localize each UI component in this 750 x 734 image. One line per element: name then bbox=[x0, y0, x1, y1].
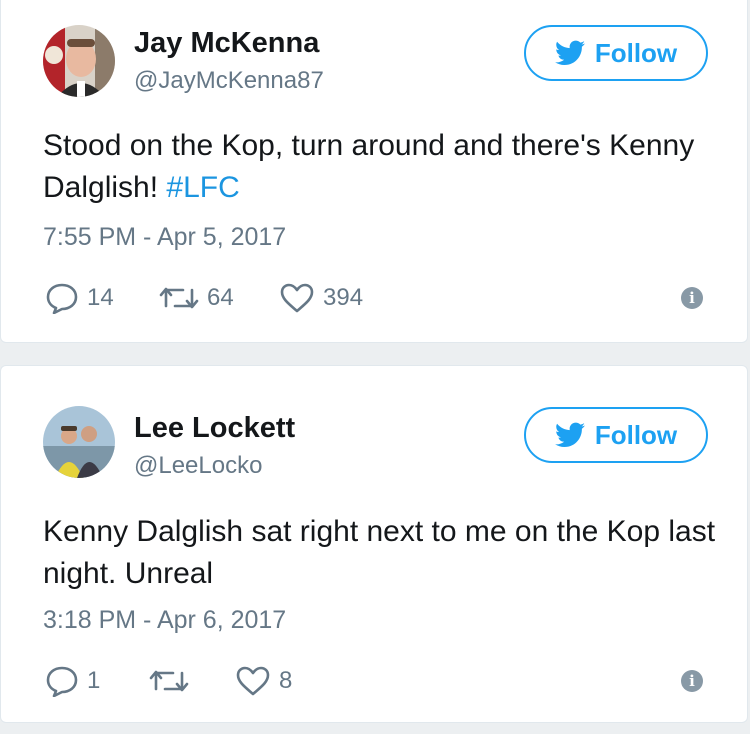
user-handle[interactable]: @JayMcKenna87 bbox=[134, 67, 324, 95]
twitter-bird-icon bbox=[554, 422, 585, 447]
retweet-button[interactable] bbox=[149, 667, 235, 695]
tweet-text: Stood on the Kop, turn around and there'… bbox=[43, 125, 723, 209]
display-name[interactable]: Lee Lockett bbox=[134, 412, 295, 445]
tweet-body: Stood on the Kop, turn around and there'… bbox=[43, 129, 695, 204]
twitter-bird-icon bbox=[554, 40, 585, 65]
info-icon[interactable]: i bbox=[681, 287, 703, 309]
retweet-button[interactable]: 64 bbox=[159, 284, 279, 312]
tweet-text: Kenny Dalglish sat right next to me on t… bbox=[43, 511, 723, 595]
follow-button[interactable]: Follow bbox=[524, 25, 708, 81]
reply-button[interactable]: 1 bbox=[45, 665, 149, 697]
reply-count: 1 bbox=[87, 667, 101, 694]
info-icon[interactable]: i bbox=[681, 670, 703, 692]
retweet-icon bbox=[159, 287, 199, 309]
tweet-timestamp[interactable]: 7:55 PM - Apr 5, 2017 bbox=[43, 223, 286, 252]
retweet-icon bbox=[149, 670, 189, 692]
tweet-body: Kenny Dalglish sat right next to me on t… bbox=[43, 515, 716, 590]
reply-count: 14 bbox=[87, 284, 114, 311]
avatar[interactable] bbox=[43, 406, 115, 478]
reply-button[interactable]: 14 bbox=[45, 282, 159, 314]
avatar[interactable] bbox=[43, 25, 115, 97]
tweet-card: Jay McKenna @JayMcKenna87 Follow Stood o… bbox=[0, 0, 748, 343]
follow-label: Follow bbox=[594, 419, 678, 450]
like-count: 8 bbox=[279, 667, 293, 694]
like-button[interactable]: 8 bbox=[235, 665, 292, 697]
heart-icon bbox=[280, 283, 314, 313]
reply-icon bbox=[46, 666, 78, 697]
reply-icon bbox=[46, 283, 78, 314]
hashtag-link[interactable]: #LFC bbox=[166, 171, 239, 204]
tweet-actions: 1 8 bbox=[45, 664, 292, 698]
tweet-timestamp[interactable]: 3:18 PM - Apr 6, 2017 bbox=[43, 606, 286, 635]
like-button[interactable]: 394 bbox=[279, 282, 363, 314]
heart-icon bbox=[236, 666, 270, 696]
like-count: 394 bbox=[323, 284, 364, 311]
user-handle[interactable]: @LeeLocko bbox=[134, 452, 262, 480]
display-name[interactable]: Jay McKenna bbox=[134, 27, 319, 60]
tweet-card: Lee Lockett @LeeLocko Follow Kenny Dalgl… bbox=[0, 365, 748, 723]
follow-label: Follow bbox=[594, 37, 678, 68]
tweet-actions: 14 64 394 bbox=[45, 281, 363, 315]
follow-button[interactable]: Follow bbox=[524, 407, 708, 463]
retweet-count: 64 bbox=[207, 284, 234, 311]
